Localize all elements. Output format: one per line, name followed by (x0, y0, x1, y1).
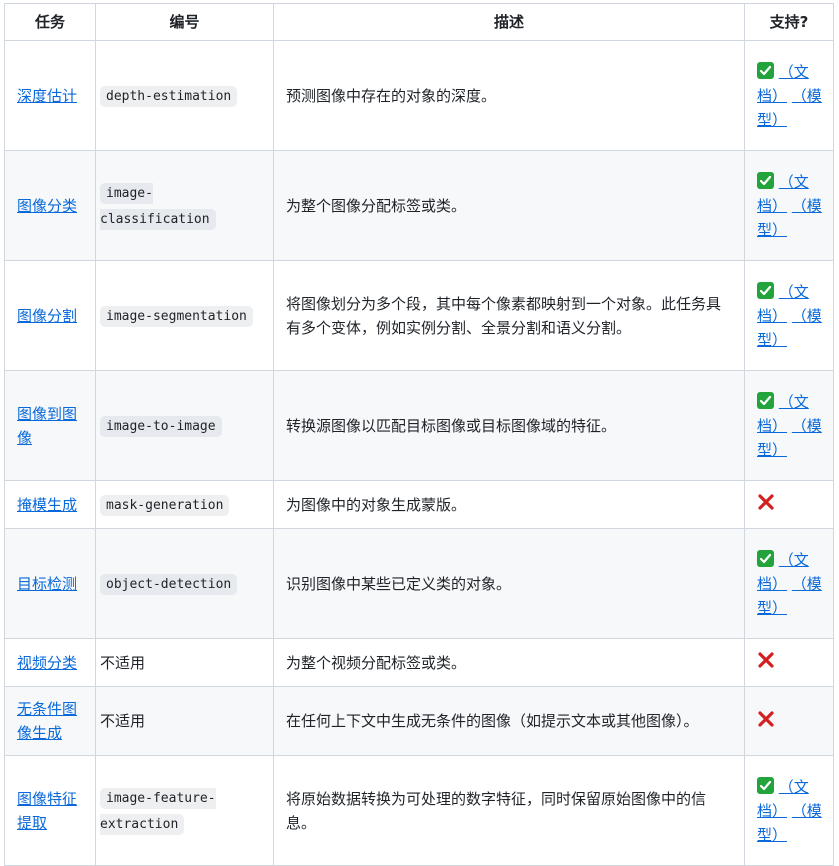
check-icon (757, 549, 774, 567)
id-cell: image-to-image (95, 370, 274, 481)
check-icon (757, 61, 774, 79)
task-link[interactable]: 掩模生成 (17, 496, 77, 514)
support-cell (744, 686, 834, 756)
id-cell: depth-estimation (95, 40, 274, 151)
support-cell (744, 480, 834, 529)
task-cell: 目标检测 (4, 528, 96, 639)
table-row: 无条件图像生成 不适用 在任何上下文中生成无条件的图像（如提示文本或其他图像）。 (4, 686, 834, 756)
task-cell: 深度估计 (4, 40, 96, 151)
check-icon (757, 171, 774, 189)
task-id-text: 不适用 (100, 712, 146, 730)
task-id-code: mask-generation (100, 494, 230, 516)
id-cell: object-detection (95, 528, 274, 639)
support-cell: （文档） （模型） (744, 755, 834, 866)
table-row: 图像分割 image-segmentation 将图像划分为多个段，其中每个像素都映… (4, 260, 834, 371)
support-cell: （文档） （模型） (744, 40, 834, 151)
task-link[interactable]: 目标检测 (17, 575, 77, 593)
header-desc: 描述 (273, 3, 745, 41)
task-cell: 图像特征提取 (4, 755, 96, 866)
description-cell: 识别图像中某些已定义类的对象。 (273, 528, 745, 639)
support-cell: （文档） （模型） (744, 260, 834, 371)
task-id-code: depth-estimation (100, 85, 238, 107)
task-cell: 无条件图像生成 (4, 686, 96, 756)
table-row: 深度估计 depth-estimation 预测图像中存在的对象的深度。 （文档） … (4, 40, 834, 151)
header-row: 任务 编号 描述 支持? (4, 3, 834, 41)
support-cell: （文档） （模型） (744, 370, 834, 481)
task-link[interactable]: 深度估计 (17, 87, 77, 105)
id-cell: mask-generation (95, 480, 274, 529)
support-cell: （文档） （模型） (744, 150, 834, 261)
description-cell: 为整个视频分配标签或类。 (273, 638, 745, 687)
task-link[interactable]: 图像分类 (17, 197, 77, 215)
description-cell: 预测图像中存在的对象的深度。 (273, 40, 745, 151)
header-task: 任务 (4, 3, 96, 41)
check-icon (757, 776, 774, 794)
description-cell: 为图像中的对象生成蒙版。 (273, 480, 745, 529)
task-link[interactable]: 图像分割 (17, 307, 77, 325)
task-link[interactable]: 图像特征提取 (17, 790, 77, 832)
header-id: 编号 (95, 3, 274, 41)
task-cell: 图像到图像 (4, 370, 96, 481)
support-cell (744, 638, 834, 687)
table-row: 图像分类 image-classification 为整个图像分配标签或类。 （文档… (4, 150, 834, 261)
check-icon (757, 281, 774, 299)
tasks-table: 任务 编号 描述 支持? 深度估计 depth-estimation 预测图像中存在… (4, 3, 834, 866)
cross-icon (757, 493, 775, 518)
table-row: 目标检测 object-detection 识别图像中某些已定义类的对象。 （文档）… (4, 528, 834, 639)
task-cell: 图像分类 (4, 150, 96, 261)
description-cell: 为整个图像分配标签或类。 (273, 150, 745, 261)
task-link[interactable]: 视频分类 (17, 654, 77, 672)
description-cell: 将原始数据转换为可处理的数字特征，同时保留原始图像中的信息。 (273, 755, 745, 866)
cross-icon (757, 651, 775, 676)
table-row: 图像到图像 image-to-image 转换源图像以匹配目标图像或目标图像域的特征… (4, 370, 834, 481)
task-cell: 掩模生成 (4, 480, 96, 529)
table-row: 图像特征提取 image-feature-extraction 将原始数据转换为可处… (4, 755, 834, 866)
task-id-code: image-feature-extraction (100, 787, 216, 835)
cross-icon (757, 710, 775, 735)
id-cell: image-feature-extraction (95, 755, 274, 866)
table-row: 视频分类 不适用 为整个视频分配标签或类。 (4, 638, 834, 687)
task-id-code: image-segmentation (100, 305, 253, 327)
header-support: 支持? (744, 3, 834, 41)
task-id-code: image-to-image (100, 415, 222, 437)
id-cell: image-segmentation (95, 260, 274, 371)
task-id-code: image-classification (100, 182, 216, 230)
task-id-text: 不适用 (100, 653, 146, 672)
task-link[interactable]: 图像到图像 (17, 405, 77, 447)
task-cell: 图像分割 (4, 260, 96, 371)
task-cell: 视频分类 (4, 638, 96, 687)
description-cell: 转换源图像以匹配目标图像或目标图像域的特征。 (273, 370, 745, 481)
check-icon (757, 391, 774, 409)
id-cell: image-classification (95, 150, 274, 261)
id-cell: 不适用 (95, 686, 274, 756)
id-cell: 不适用 (95, 638, 274, 687)
task-link[interactable]: 无条件图像生成 (17, 700, 77, 742)
table-row: 掩模生成 mask-generation 为图像中的对象生成蒙版。 (4, 480, 834, 529)
description-cell: 在任何上下文中生成无条件的图像（如提示文本或其他图像）。 (273, 686, 745, 756)
description-cell: 将图像划分为多个段，其中每个像素都映射到一个对象。此任务具有多个变体，例如实例分… (273, 260, 745, 371)
task-id-code: object-detection (100, 573, 238, 595)
support-cell: （文档） （模型） (744, 528, 834, 639)
